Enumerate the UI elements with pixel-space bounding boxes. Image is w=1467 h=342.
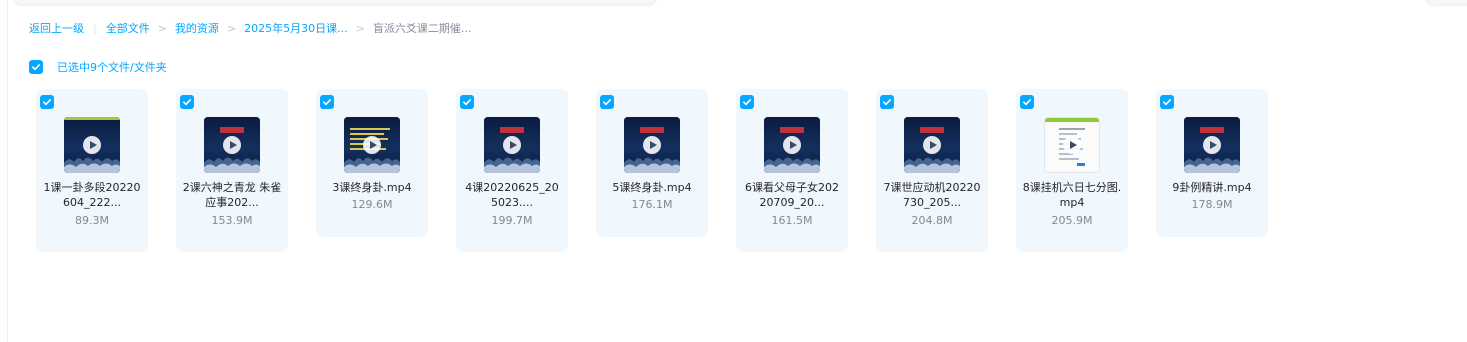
checkmark-icon bbox=[743, 99, 752, 106]
title-banner bbox=[920, 127, 944, 133]
select-all-checkbox[interactable] bbox=[29, 60, 43, 74]
back-link[interactable]: 返回上一级 bbox=[29, 20, 84, 36]
title-banner bbox=[1200, 127, 1224, 133]
chevron-right-icon: > bbox=[355, 21, 365, 35]
file-name[interactable]: 2课六神之青龙 朱雀 应事202... bbox=[182, 180, 282, 210]
breadcrumb: 返回上一级 | 全部文件 > 我的资源 > 2025年5月30日课... > 盲… bbox=[29, 20, 471, 36]
play-icon bbox=[1203, 136, 1221, 154]
wave-pattern-icon bbox=[1184, 157, 1240, 173]
breadcrumb-item-current: 盲派六爻课二期催... bbox=[372, 22, 472, 35]
file-checkbox[interactable] bbox=[600, 95, 614, 109]
play-icon bbox=[363, 136, 381, 154]
file-size: 176.1M bbox=[631, 198, 673, 211]
file-name[interactable]: 4课20220625_205023.... bbox=[462, 180, 562, 210]
checkmark-icon bbox=[1023, 99, 1032, 106]
checkmark-icon bbox=[183, 99, 192, 106]
wave-pattern-icon bbox=[64, 157, 120, 173]
file-checkbox[interactable] bbox=[40, 95, 54, 109]
file-card[interactable]: 4课20220625_205023.... 199.7M bbox=[456, 89, 568, 252]
play-icon bbox=[923, 136, 941, 154]
video-thumbnail bbox=[204, 117, 260, 173]
checkmark-icon bbox=[31, 64, 41, 71]
file-name[interactable]: 8课挂机六日七分图.mp4 bbox=[1022, 180, 1122, 210]
file-name[interactable]: 6课看父母子女20220709_20... bbox=[742, 180, 842, 210]
chevron-right-icon: > bbox=[157, 21, 167, 35]
video-thumbnail bbox=[484, 117, 540, 173]
play-icon bbox=[643, 136, 661, 154]
file-checkbox[interactable] bbox=[880, 95, 894, 109]
video-thumbnail bbox=[904, 117, 960, 173]
file-card[interactable]: 7课世应动机20220730_205... 204.8M bbox=[876, 89, 988, 252]
play-icon bbox=[83, 136, 101, 154]
file-size: 199.7M bbox=[491, 214, 533, 227]
breadcrumb-divider: | bbox=[93, 21, 97, 35]
file-checkbox[interactable] bbox=[460, 95, 474, 109]
panel-left-border bbox=[7, 0, 8, 342]
checkmark-icon bbox=[463, 99, 472, 106]
play-icon bbox=[223, 136, 241, 154]
title-banner bbox=[500, 127, 524, 133]
video-thumbnail bbox=[1044, 117, 1100, 173]
file-size: 178.9M bbox=[1191, 198, 1233, 211]
file-name[interactable]: 9卦例精讲.mp4 bbox=[1162, 180, 1262, 195]
video-thumbnail bbox=[344, 117, 400, 173]
checkmark-icon bbox=[43, 99, 52, 106]
chevron-right-icon: > bbox=[226, 21, 237, 35]
file-card[interactable]: 1课一卦多段20220604_222... 89.3M bbox=[36, 89, 148, 252]
video-thumbnail bbox=[64, 117, 120, 173]
file-name[interactable]: 7课世应动机20220730_205... bbox=[882, 180, 982, 210]
file-name[interactable]: 3课终身卦.mp4 bbox=[322, 180, 422, 195]
play-icon bbox=[503, 136, 521, 154]
file-card[interactable]: 5课终身卦.mp4 176.1M bbox=[596, 89, 708, 237]
search-bar-edge[interactable] bbox=[12, 0, 657, 6]
file-size: 205.9M bbox=[1051, 214, 1093, 227]
checkmark-icon bbox=[1163, 99, 1172, 106]
wave-pattern-icon bbox=[624, 157, 680, 173]
wave-pattern-icon bbox=[764, 157, 820, 173]
breadcrumb-item-my-resources[interactable]: 我的资源 bbox=[175, 20, 219, 36]
file-card[interactable]: 3课终身卦.mp4 129.6M bbox=[316, 89, 428, 237]
file-checkbox[interactable] bbox=[740, 95, 754, 109]
checkmark-icon bbox=[323, 99, 332, 106]
selection-count-label: 已选中9个文件/文件夹 bbox=[57, 61, 167, 74]
wave-pattern-icon bbox=[204, 157, 260, 173]
checkmark-icon bbox=[603, 99, 612, 106]
title-banner bbox=[780, 127, 804, 133]
file-checkbox[interactable] bbox=[180, 95, 194, 109]
play-icon bbox=[783, 136, 801, 154]
file-checkbox[interactable] bbox=[1020, 95, 1034, 109]
wave-pattern-icon bbox=[484, 157, 540, 173]
breadcrumb-item-all-files[interactable]: 全部文件 bbox=[106, 20, 150, 36]
title-banner bbox=[220, 127, 244, 133]
file-grid: 1课一卦多段20220604_222... 89.3M 2课六神之青龙 朱雀 应事2… bbox=[36, 89, 1268, 252]
title-banner bbox=[640, 127, 664, 133]
file-name[interactable]: 1课一卦多段20220604_222... bbox=[42, 180, 142, 210]
video-thumbnail bbox=[764, 117, 820, 173]
video-thumbnail bbox=[624, 117, 680, 173]
file-card[interactable]: 6课看父母子女20220709_20... 161.5M bbox=[736, 89, 848, 252]
file-size: 153.9M bbox=[211, 214, 253, 227]
select-all-row: 已选中9个文件/文件夹 bbox=[29, 59, 167, 75]
video-thumbnail bbox=[1184, 117, 1240, 173]
play-icon bbox=[1063, 136, 1081, 154]
file-checkbox[interactable] bbox=[1160, 95, 1174, 109]
toolbar-button-edge[interactable] bbox=[1424, 0, 1467, 6]
file-size: 129.6M bbox=[351, 198, 393, 211]
file-size: 204.8M bbox=[911, 214, 953, 227]
file-size: 161.5M bbox=[771, 214, 813, 227]
file-checkbox[interactable] bbox=[320, 95, 334, 109]
wave-pattern-icon bbox=[904, 157, 960, 173]
checkmark-icon bbox=[883, 99, 892, 106]
file-name[interactable]: 5课终身卦.mp4 bbox=[602, 180, 702, 195]
file-card[interactable]: 9卦例精讲.mp4 178.9M bbox=[1156, 89, 1268, 237]
wave-pattern-icon bbox=[344, 157, 400, 173]
file-card[interactable]: 8课挂机六日七分图.mp4 205.9M bbox=[1016, 89, 1128, 252]
breadcrumb-item-course-folder[interactable]: 2025年5月30日课... bbox=[244, 20, 347, 36]
file-card[interactable]: 2课六神之青龙 朱雀 应事202... 153.9M bbox=[176, 89, 288, 252]
file-size: 89.3M bbox=[75, 214, 109, 227]
